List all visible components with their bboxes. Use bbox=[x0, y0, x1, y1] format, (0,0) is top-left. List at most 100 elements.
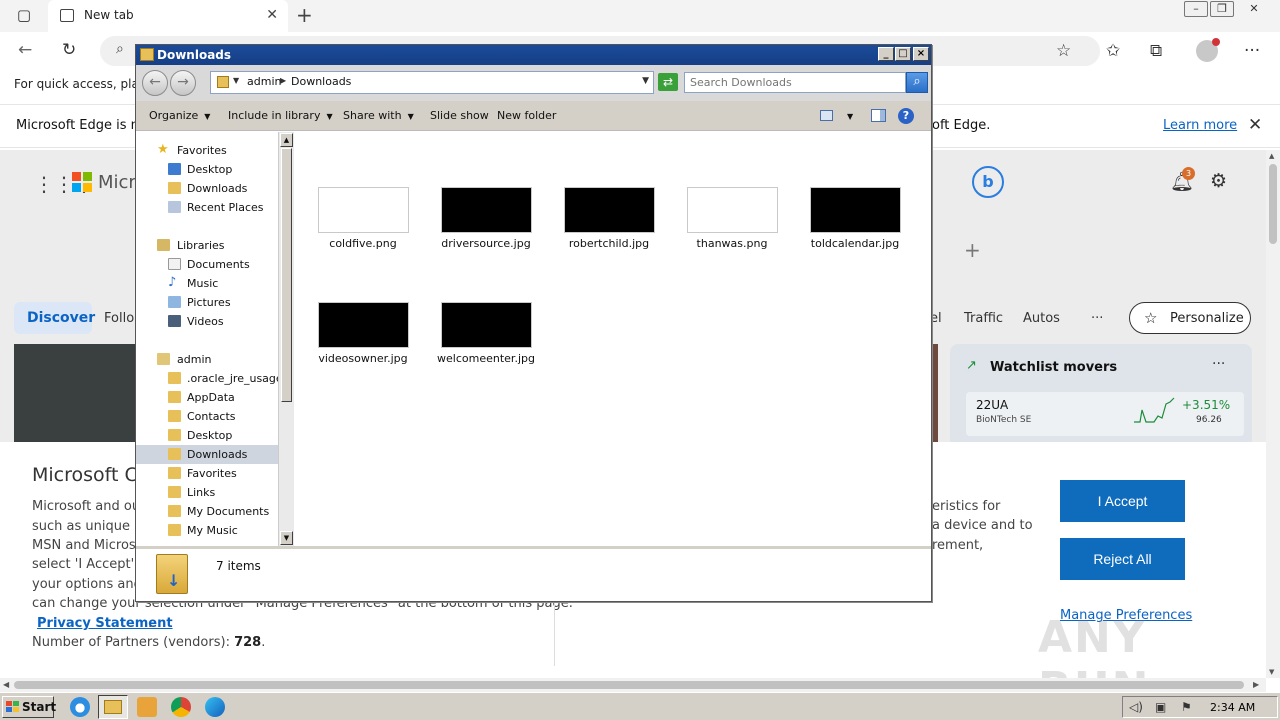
bing-chat-icon[interactable]: b bbox=[972, 166, 1004, 198]
accept-button[interactable]: I Accept bbox=[1060, 480, 1185, 522]
favorites-icon[interactable]: ✩ bbox=[1106, 41, 1120, 61]
close-window-button[interactable]: ✕ bbox=[1242, 0, 1266, 20]
restore-button[interactable]: ❐ bbox=[1210, 1, 1234, 17]
search-field[interactable] bbox=[684, 72, 906, 93]
explorer-close-button[interactable]: × bbox=[913, 47, 929, 61]
scroll-up-icon[interactable]: ▲ bbox=[280, 133, 293, 147]
new-folder-button[interactable]: New folder bbox=[497, 109, 556, 122]
minimize-button[interactable]: – bbox=[1184, 1, 1208, 17]
breadcrumb-admin[interactable]: admin bbox=[247, 75, 281, 88]
explorer-taskbar-button[interactable] bbox=[98, 695, 128, 719]
privacy-statement-link[interactable]: Privacy Statement bbox=[37, 616, 173, 631]
organize-button[interactable]: Organize ▼ bbox=[149, 109, 210, 122]
chevron-right-icon[interactable]: ▶ bbox=[280, 76, 286, 85]
nav-downloads-user[interactable]: Downloads bbox=[136, 445, 279, 464]
add-shortcut-icon[interactable]: + bbox=[964, 238, 981, 262]
infobar-close-icon[interactable]: ✕ bbox=[1248, 115, 1262, 135]
page-vertical-scrollbar[interactable]: ▲ ▼ bbox=[1266, 150, 1280, 678]
file-item[interactable]: driversource.jpg bbox=[431, 187, 541, 250]
hscrollbar-thumb[interactable] bbox=[14, 681, 1244, 689]
nav-admin[interactable]: admin bbox=[136, 350, 279, 369]
tab-following[interactable]: Follo bbox=[104, 311, 134, 326]
help-icon[interactable]: ? bbox=[898, 108, 914, 124]
tab-actions-icon[interactable]: ▢ bbox=[0, 6, 48, 24]
profile-avatar[interactable] bbox=[1196, 38, 1220, 62]
more-menu-icon[interactable]: ··· bbox=[1244, 41, 1260, 61]
scroll-right-icon[interactable]: ▶ bbox=[1253, 680, 1259, 689]
scroll-down-icon[interactable]: ▼ bbox=[280, 531, 293, 545]
scroll-up-icon[interactable]: ▲ bbox=[1269, 152, 1274, 160]
nav-downloads[interactable]: Downloads bbox=[136, 179, 279, 198]
feed-more-icon[interactable]: ··· bbox=[1091, 311, 1103, 326]
chrome-icon[interactable] bbox=[171, 697, 191, 717]
search-icon[interactable]: ⌕ bbox=[906, 72, 928, 93]
security-icon[interactable]: ⚑ bbox=[1181, 700, 1192, 714]
file-item[interactable]: robertchild.jpg bbox=[554, 187, 664, 250]
add-favorite-icon[interactable]: ☆ bbox=[1056, 41, 1071, 61]
reject-all-button[interactable]: Reject All bbox=[1060, 538, 1185, 580]
nav-contacts[interactable]: Contacts bbox=[136, 407, 279, 426]
nav-my-documents[interactable]: My Documents bbox=[136, 502, 279, 521]
scrollbar-thumb[interactable] bbox=[1269, 164, 1277, 244]
breadcrumb-downloads[interactable]: Downloads bbox=[291, 75, 351, 88]
change-view-icon[interactable] bbox=[820, 110, 833, 121]
file-item[interactable]: welcomeenter.jpg bbox=[431, 302, 541, 365]
nav-libraries[interactable]: Libraries bbox=[136, 236, 279, 255]
nav-links[interactable]: Links bbox=[136, 483, 279, 502]
explorer-title-bar[interactable]: Downloads _ □ × bbox=[136, 45, 931, 65]
nav-videos[interactable]: Videos bbox=[136, 312, 279, 331]
tab-discover[interactable]: Discover bbox=[14, 302, 95, 334]
refresh-icon[interactable]: ↻ bbox=[62, 40, 76, 60]
tab-autos[interactable]: Autos bbox=[1023, 311, 1060, 326]
nav-my-music[interactable]: My Music bbox=[136, 521, 279, 540]
scroll-down-icon[interactable]: ▼ bbox=[1269, 668, 1274, 676]
edge-icon[interactable] bbox=[205, 697, 225, 717]
tab-close-icon[interactable]: ✕ bbox=[266, 7, 278, 23]
learn-more-link[interactable]: Learn more bbox=[1163, 118, 1237, 133]
new-tab-button[interactable]: + bbox=[296, 3, 313, 27]
address-history-icon[interactable]: ▼ bbox=[642, 76, 649, 86]
nav-favorites-user[interactable]: Favorites bbox=[136, 464, 279, 483]
nav-scrollbar-thumb[interactable] bbox=[281, 148, 292, 402]
file-item[interactable]: toldcalendar.jpg bbox=[800, 187, 910, 250]
collections-icon[interactable]: ⧉ bbox=[1150, 41, 1162, 61]
file-item[interactable]: thanwas.png bbox=[677, 187, 787, 250]
scroll-left-icon[interactable]: ◀ bbox=[3, 680, 9, 689]
explorer-maximize-button[interactable]: □ bbox=[895, 47, 911, 61]
file-item[interactable]: videosowner.jpg bbox=[308, 302, 418, 365]
nav-pane-scrollbar[interactable]: ▲ ▼ bbox=[278, 132, 294, 546]
internet-explorer-icon[interactable] bbox=[70, 697, 90, 717]
network-icon[interactable]: ▣ bbox=[1155, 700, 1166, 714]
view-options-chevron-icon[interactable]: ▼ bbox=[847, 112, 853, 121]
hero-news-image[interactable] bbox=[14, 344, 138, 442]
back-button[interactable]: ← bbox=[142, 70, 168, 96]
nav-music[interactable]: ♪ Music bbox=[136, 274, 279, 293]
stock-row[interactable]: 22UA BioNTech SE +3.51% 96.26 bbox=[966, 392, 1244, 436]
page-horizontal-scrollbar[interactable]: ◀ ▶ bbox=[0, 678, 1266, 692]
share-with-button[interactable]: Share with ▼ bbox=[343, 109, 414, 122]
tab-traffic[interactable]: Traffic bbox=[964, 311, 1003, 326]
file-item[interactable]: coldfive.png bbox=[308, 187, 418, 250]
nav-pictures[interactable]: Pictures bbox=[136, 293, 279, 312]
nav-favorites[interactable]: ★ Favorites bbox=[136, 141, 279, 160]
start-button[interactable]: Start bbox=[2, 696, 56, 718]
slide-show-button[interactable]: Slide show bbox=[430, 109, 489, 122]
forward-button[interactable]: → bbox=[170, 70, 196, 96]
include-in-library-button[interactable]: Include in library ▼ bbox=[228, 109, 333, 122]
explorer-minimize-button[interactable]: _ bbox=[878, 47, 894, 61]
nav-desktop-user[interactable]: Desktop bbox=[136, 426, 279, 445]
chevron-down-icon[interactable]: ▼ bbox=[233, 76, 239, 85]
watchlist-card[interactable]: ↗ Watchlist movers ··· 22UA BioNTech SE … bbox=[950, 344, 1252, 442]
nav-documents[interactable]: Documents bbox=[136, 255, 279, 274]
nav-recent-places[interactable]: Recent Places bbox=[136, 198, 279, 217]
personalize-button[interactable]: ☆ Personalize bbox=[1129, 302, 1251, 334]
nav-desktop[interactable]: Desktop bbox=[136, 160, 279, 179]
settings-gear-icon[interactable]: ⚙ bbox=[1210, 170, 1227, 192]
nav-appdata[interactable]: AppData bbox=[136, 388, 279, 407]
breadcrumb[interactable]: ▼ admin ▶ Downloads ▼ bbox=[210, 71, 654, 94]
tab-new-tab[interactable]: New tab ✕ bbox=[48, 0, 288, 32]
preview-pane-icon[interactable] bbox=[871, 109, 886, 122]
search-input[interactable] bbox=[685, 73, 895, 92]
watchlist-more-icon[interactable]: ··· bbox=[1212, 356, 1225, 372]
nav-oracle-jre-usage[interactable]: .oracle_jre_usage bbox=[136, 369, 279, 388]
